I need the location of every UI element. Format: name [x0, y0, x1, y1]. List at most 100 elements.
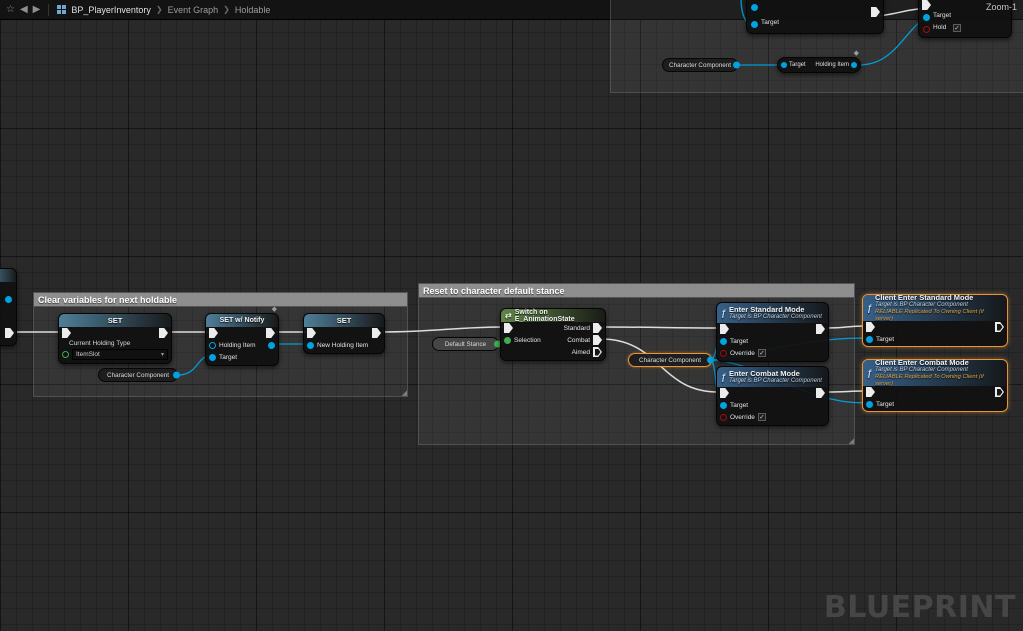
breadcrumb-event-graph[interactable]: Event Graph — [168, 5, 219, 15]
chevron-down-icon: ▾ — [161, 351, 164, 358]
switch-icon: ⇄ — [505, 312, 512, 320]
resize-handle-icon[interactable]: ◢ — [402, 389, 407, 397]
pin-row: Target — [717, 399, 828, 411]
variable-node-character-component[interactable]: Character Component — [98, 368, 178, 382]
output-pin[interactable] — [173, 372, 180, 379]
output-pin[interactable] — [707, 357, 714, 364]
node-title: SET — [337, 316, 352, 325]
node-left-partial[interactable] — [0, 268, 17, 346]
hold-pin[interactable] — [923, 26, 930, 33]
exec-row — [863, 321, 1007, 333]
exec-in-pin[interactable] — [866, 387, 875, 397]
output-pin[interactable] — [268, 342, 275, 349]
variable-label: Character Component — [639, 357, 701, 364]
hold-checkbox[interactable]: ✓ — [953, 24, 961, 32]
exec-row — [863, 386, 1007, 398]
target-pin[interactable] — [720, 338, 727, 345]
pin-row: Aimed — [501, 346, 605, 358]
pin-label: Target — [933, 12, 951, 19]
target-pin[interactable] — [209, 354, 216, 361]
target-pin[interactable] — [751, 21, 758, 28]
pin-label: Override — [730, 350, 755, 357]
node-switch-animation-state[interactable]: ⇄ Switch on E_AnimationState Standard Se… — [500, 308, 606, 361]
combat-exec-out-pin[interactable] — [593, 335, 602, 345]
exec-in-pin[interactable] — [720, 388, 729, 398]
enum-dropdown[interactable]: ItemSlot ▾ — [72, 349, 168, 360]
variable-node-character-component[interactable]: Character Component — [662, 58, 738, 72]
exec-out-pin[interactable] — [816, 324, 825, 334]
variable-node-character-component-selected[interactable]: Character Component — [628, 353, 712, 367]
breadcrumb-holdable[interactable]: Holdable — [235, 5, 271, 15]
output-pin[interactable] — [5, 296, 12, 303]
target-pin[interactable] — [781, 62, 787, 68]
exec-row — [304, 327, 384, 339]
exec-out-pin[interactable] — [871, 7, 880, 17]
node-subtitle: Target is BP Character Component — [875, 367, 1003, 374]
pin-label: Target — [730, 338, 748, 345]
exec-out-pin[interactable] — [159, 328, 168, 338]
new-holding-item-pin[interactable] — [307, 342, 314, 349]
pin-row: Holding Item — [206, 339, 278, 351]
override-pin[interactable] — [720, 414, 727, 421]
target-pin[interactable] — [866, 401, 873, 408]
node-enter-standard-mode[interactable]: ƒ Enter Standard Mode Target is BP Chara… — [716, 302, 829, 362]
pin-label: Target — [876, 336, 894, 343]
target-pin[interactable] — [923, 14, 930, 21]
forward-icon[interactable]: ▶ — [33, 0, 41, 20]
function-icon: ƒ — [721, 373, 726, 382]
exec-in-pin[interactable] — [922, 0, 931, 10]
target-pin[interactable] — [720, 402, 727, 409]
exec-in-pin[interactable] — [720, 324, 729, 334]
node-set-holding-item-compact[interactable]: ◆ Target Holding Item — [777, 57, 861, 73]
node-client-enter-standard-mode[interactable]: ƒ Client Enter Standard Mode Target is B… — [862, 294, 1008, 347]
exec-in-pin[interactable] — [62, 328, 71, 338]
selection-pin[interactable] — [504, 337, 511, 344]
override-pin[interactable] — [720, 350, 727, 357]
variable-label: Character Component — [107, 372, 169, 379]
exec-out-pin[interactable] — [995, 387, 1004, 397]
comment-header[interactable]: Clear variables for next holdable — [33, 292, 408, 307]
node-set-w-notify[interactable]: ◆ SET w/ Notify Holding Item Target — [205, 313, 279, 366]
input-pin[interactable] — [751, 4, 758, 11]
comment-header[interactable]: Reset to character default stance — [418, 283, 855, 298]
breadcrumb-separator-icon: ❯ — [223, 5, 230, 14]
exec-in-pin[interactable] — [307, 328, 316, 338]
exec-out-pin[interactable] — [266, 328, 275, 338]
breadcrumb-root[interactable]: BP_PlayerInventory — [71, 5, 151, 15]
exec-row — [206, 327, 278, 339]
exec-in-pin[interactable] — [209, 328, 218, 338]
exec-out-pin[interactable] — [5, 328, 14, 338]
node-title: Client Enter Combat Mode — [875, 359, 1003, 367]
node-enter-combat-mode[interactable]: ƒ Enter Combat Mode Target is BP Charact… — [716, 366, 829, 426]
zoom-level-label: Zoom-1 — [986, 2, 1017, 12]
exec-out-pin[interactable] — [372, 328, 381, 338]
variable-node-default-stance[interactable]: Default Stance — [432, 337, 499, 351]
holding-item-pin[interactable] — [209, 342, 216, 349]
aimed-exec-out-pin[interactable] — [593, 347, 602, 357]
output-pin[interactable] — [851, 62, 857, 68]
node-top-left-partial[interactable]: Target — [746, 0, 884, 34]
node-subtitle: Target is BP Character Component — [875, 302, 1003, 309]
back-icon[interactable]: ◀ — [20, 0, 28, 20]
output-pin[interactable] — [733, 62, 740, 69]
override-checkbox[interactable]: ✓ — [758, 413, 766, 421]
node-set-current-holding-type[interactable]: SET Current Holding Type ItemSlot ▾ — [58, 313, 172, 364]
exec-in-pin[interactable] — [504, 323, 513, 333]
exec-row — [717, 323, 828, 335]
exec-out-pin[interactable] — [816, 388, 825, 398]
node-set-new-holding-item[interactable]: SET New Holding Item — [303, 313, 385, 354]
node-header: ƒ Enter Combat Mode Target is BP Charact… — [717, 367, 828, 387]
blueprint-watermark: BLUEPRINT — [824, 590, 1016, 625]
standard-exec-out-pin[interactable] — [593, 323, 602, 333]
pin-label: New Holding Item — [317, 342, 368, 349]
node-header: ⇄ Switch on E_AnimationState — [501, 309, 605, 322]
exec-in-pin[interactable] — [866, 322, 875, 332]
node-client-enter-combat-mode[interactable]: ƒ Client Enter Combat Mode Target is BP … — [862, 359, 1008, 412]
override-checkbox[interactable]: ✓ — [758, 349, 766, 357]
enum-input-pin[interactable] — [62, 351, 69, 358]
node-header: SET — [59, 314, 171, 327]
favorite-star-icon[interactable]: ☆ — [6, 0, 15, 20]
target-pin[interactable] — [866, 336, 873, 343]
resize-handle-icon[interactable]: ◢ — [849, 437, 854, 445]
exec-out-pin[interactable] — [995, 322, 1004, 332]
